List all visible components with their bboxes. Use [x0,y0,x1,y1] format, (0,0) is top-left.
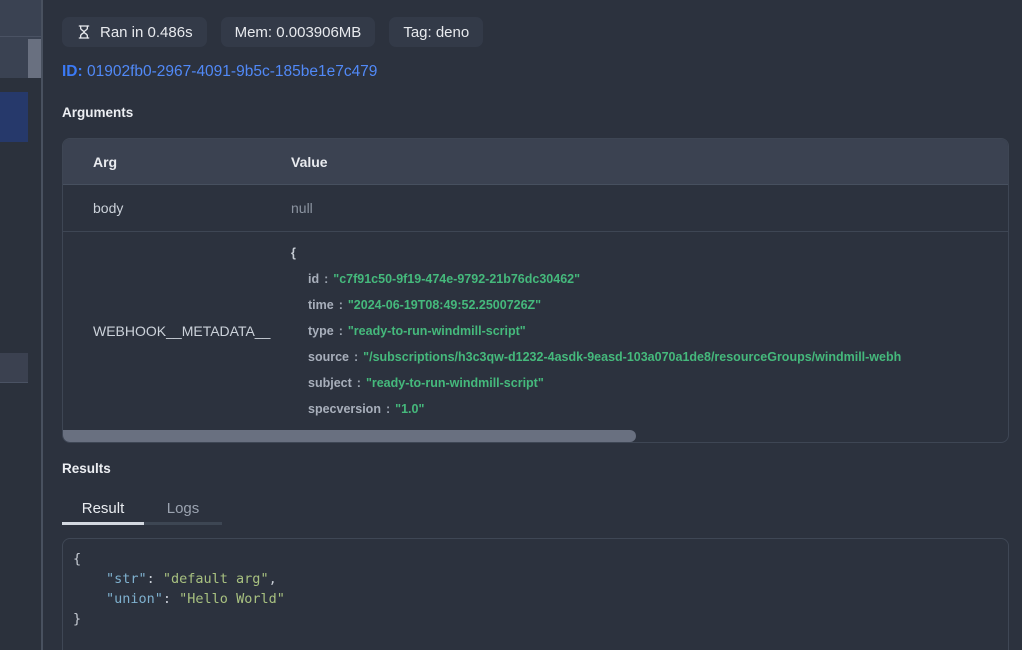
results-tabs: Result Logs [62,494,222,525]
runtime-badge: Ran in 0.486s [62,17,207,47]
arg-name-body: body [63,200,291,216]
memory-badge-label: Mem: 0.003906MB [235,24,362,41]
table-row-webhook-metadata: WEBHOOK__METADATA__ { id:"c7f91c50-9f19-… [63,232,1008,430]
tab-result[interactable]: Result [62,494,144,525]
arg-name-webhook-metadata: WEBHOOK__METADATA__ [63,232,291,430]
column-header-arg: Arg [63,154,291,170]
hourglass-icon [76,24,92,40]
results-section-title: Results [62,461,111,476]
arguments-table-header: Arg Value [63,139,1008,185]
json-entry-specversion: specversion:"1.0" [291,396,1008,422]
memory-badge: Mem: 0.003906MB [221,17,376,47]
drawer-left-edge [41,0,43,650]
result-open-brace: { [73,549,998,569]
horizontal-scrollbar-thumb[interactable] [63,430,636,442]
json-entry-type: type:"ready-to-run-windmill-script" [291,318,1008,344]
result-line-union: "union": "Hello World" [73,589,998,609]
arguments-table: Arg Value body null WEBHOOK__METADATA__ … [62,138,1009,443]
table-row-body: body null [63,185,1008,232]
arg-value-null: null [291,200,1008,216]
job-id-value[interactable]: 01902fb0-2967-4091-9b5c-185be1e7c479 [87,63,377,80]
sidebar-scrollbar-thumb [28,39,41,78]
tab-logs[interactable]: Logs [144,494,222,525]
json-entry-time: time:"2024-06-19T08:49:52.2500726Z" [291,292,1008,318]
runtime-badge-label: Ran in 0.486s [100,24,193,41]
result-line-str: "str": "default arg", [73,569,998,589]
result-json-panel: { "str": "default arg", "union": "Hello … [62,538,1009,650]
sidebar-topbar-divider [0,36,41,37]
json-entry-subject: subject:"ready-to-run-windmill-script" [291,370,1008,396]
tag-badge: Tag: deno [389,17,483,47]
arguments-section-title: Arguments [62,105,133,120]
tag-badge-label: Tag: deno [403,24,469,41]
sidebar-selected-row-fragment [0,92,28,142]
json-entry-id: id:"c7f91c50-9f19-474e-9792-21b76dc30462… [291,266,1008,292]
result-close-brace: } [73,609,998,629]
column-header-value: Value [291,154,1008,170]
webhook-metadata-json: { id:"c7f91c50-9f19-474e-9792-21b76dc304… [291,232,1008,430]
background-sidebar [0,0,41,650]
json-entry-source: source:"/subscriptions/h3c3qw-d1232-4asd… [291,344,1008,370]
job-id-line: ID: 01902fb0-2967-4091-9b5c-185be1e7c479 [62,63,377,81]
table-horizontal-scrollbar[interactable] [63,430,1008,442]
sidebar-row-fragment [0,353,28,383]
open-brace: { [291,246,296,260]
run-stats-row: Ran in 0.486s Mem: 0.003906MB Tag: deno [62,17,483,47]
job-id-label: ID: [62,63,83,80]
